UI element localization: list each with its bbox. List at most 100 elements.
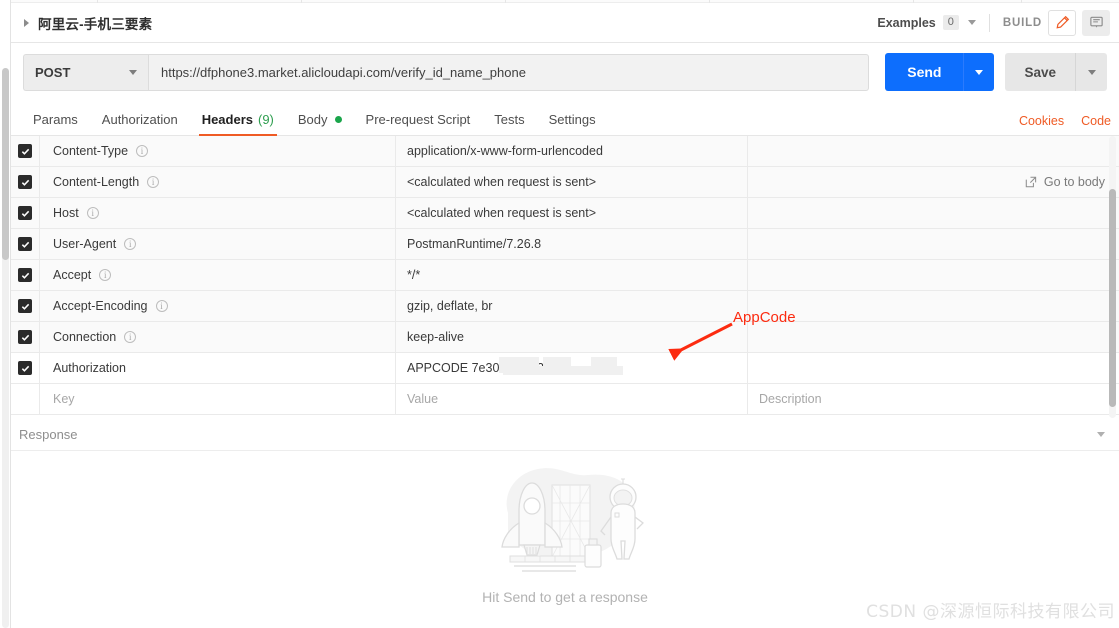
chevron-down-icon[interactable] [1097, 432, 1105, 437]
checkbox-checked-icon [18, 175, 32, 189]
request-title-group[interactable]: 阿里云-手机三要素 [11, 13, 152, 33]
row-enable-checkbox[interactable] [11, 136, 40, 167]
info-icon[interactable]: i [155, 300, 168, 312]
row-enable-checkbox[interactable] [11, 228, 40, 260]
header-description-cell[interactable] [748, 353, 1119, 384]
page-title: 阿里云-手机三要素 [38, 16, 153, 32]
chevron-down-icon [1087, 69, 1096, 75]
row-enable-checkbox[interactable] [11, 259, 40, 291]
tab-headers[interactable]: Headers (9) [190, 112, 286, 136]
checkbox-checked-icon [18, 330, 32, 344]
request-url-value: https://dfphone3.market.alicloudapi.com/… [161, 64, 526, 80]
header-description-cell[interactable] [748, 198, 1119, 229]
info-icon[interactable]: i [136, 145, 149, 157]
headers-scrollbar-thumb[interactable] [1109, 189, 1116, 407]
tab-settings[interactable]: Settings [537, 112, 608, 135]
info-icon[interactable]: i [86, 207, 99, 219]
send-options-button[interactable] [963, 53, 995, 91]
chevron-down-icon[interactable] [967, 20, 976, 25]
header-key-text: Accept-Encoding [53, 299, 148, 313]
info-icon[interactable]: i [99, 269, 112, 281]
pencil-icon [1055, 15, 1069, 29]
tab-count: (9) [258, 112, 274, 127]
send-button[interactable]: Send [885, 53, 964, 91]
save-options-button[interactable] [1075, 53, 1107, 91]
row-enable-checkbox[interactable] [11, 352, 40, 384]
build-label[interactable]: BUILD [1003, 17, 1042, 29]
header-description-cell[interactable] [748, 260, 1119, 291]
header-value-text: <calculated when request is sent> [407, 175, 597, 189]
header-description-cell[interactable] [748, 136, 1119, 167]
tab-label: Tests [494, 112, 525, 127]
header-key-cell[interactable]: Accept i [40, 259, 396, 291]
table-row[interactable]: Content-Length i <calculated when reques… [11, 166, 1119, 198]
header-key-cell[interactable]: Content-Length i [40, 166, 396, 198]
header-key-cell[interactable]: Connection i [40, 321, 396, 353]
header-value-cell[interactable]: gzip, deflate, br [396, 290, 748, 322]
table-row[interactable]: Accept i */* [11, 259, 1119, 291]
tab-authorization[interactable]: Authorization [90, 112, 190, 135]
header-key-cell[interactable]: Authorization [40, 352, 396, 384]
header-description-cell[interactable]: Go to body [748, 167, 1119, 198]
go-to-body-label: Go to body [1043, 175, 1105, 189]
table-row[interactable]: Accept-Encoding i gzip, deflate, br [11, 290, 1119, 322]
left-sidebar-edge [0, 0, 11, 628]
header-value-text: PostmanRuntime/7.26.8 [407, 237, 542, 251]
header-key-text: Connection [53, 330, 117, 344]
header-key-cell[interactable]: User-Agent i [40, 228, 396, 260]
http-method-select[interactable]: POST [23, 53, 148, 91]
table-row[interactable]: Host i <calculated when request is sent> [11, 197, 1119, 229]
row-enable-checkbox[interactable] [11, 166, 40, 198]
row-enable-checkbox[interactable] [11, 197, 40, 229]
appcode-annotation-arrow [668, 322, 733, 361]
header-description-cell[interactable] [748, 291, 1119, 322]
appcode-annotation-label: AppCode [733, 309, 796, 326]
header-value-cell[interactable]: <calculated when request is sent> [396, 197, 748, 229]
info-icon[interactable]: i [147, 176, 160, 188]
new-header-value-input[interactable]: Value [396, 383, 748, 415]
tab-params[interactable]: Params [21, 112, 90, 135]
header-key-cell[interactable]: Accept-Encoding i [40, 290, 396, 322]
row-enable-checkbox[interactable] [11, 290, 40, 322]
examples-count-badge: 0 [942, 15, 959, 30]
table-row[interactable]: Authorization APPCODE 7e308ɔ 59d3ce [11, 352, 1119, 384]
info-icon[interactable]: i [124, 238, 137, 250]
edit-mode-button[interactable] [1048, 9, 1076, 36]
table-row-new[interactable]: Key Value Description [11, 383, 1119, 415]
header-description-cell[interactable] [748, 322, 1119, 353]
tab-body[interactable]: Body [286, 112, 354, 135]
comment-button[interactable] [1082, 9, 1110, 36]
request-url-input[interactable]: https://dfphone3.market.alicloudapi.com/… [148, 53, 870, 91]
tab-label: Authorization [101, 112, 178, 127]
tab-pre-request-script[interactable]: Pre-request Script [354, 112, 483, 135]
table-row[interactable]: User-Agent i PostmanRuntime/7.26.8 [11, 228, 1119, 260]
new-header-key-input[interactable]: Key [40, 383, 396, 415]
cookies-link[interactable]: Cookies [1019, 114, 1064, 128]
caret-right-icon[interactable] [24, 18, 29, 27]
header-value-cell[interactable]: application/x-www-form-urlencoded [396, 136, 748, 167]
header-value-cell[interactable]: */* [396, 259, 748, 291]
row-enable-checkbox-empty[interactable] [11, 383, 40, 415]
postman-app-window: 阿里云-手机三要素 Examples 0 BUILD POST https://… [0, 0, 1119, 628]
info-icon[interactable]: i [124, 331, 137, 343]
row-enable-checkbox[interactable] [11, 321, 40, 353]
chevron-down-icon [129, 69, 137, 75]
code-link[interactable]: Code [1081, 114, 1111, 128]
header-key-cell[interactable]: Host i [40, 197, 396, 229]
new-header-description-input[interactable]: Description [748, 384, 1119, 415]
table-row[interactable]: Content-Type i application/x-www-form-ur… [11, 136, 1119, 167]
header-value-text: application/x-www-form-urlencoded [407, 144, 603, 158]
table-row[interactable]: Connection i keep-alive [11, 321, 1119, 353]
go-to-body-link[interactable]: Go to body [1025, 175, 1105, 189]
redaction-block [591, 356, 617, 370]
body-present-dot-icon [334, 116, 342, 123]
response-section-header[interactable]: Response [11, 419, 1119, 451]
header-value-text: */* [407, 268, 421, 282]
header-description-cell[interactable] [748, 229, 1119, 260]
sidebar-scrollbar-thumb[interactable] [2, 68, 9, 260]
header-value-cell[interactable]: <calculated when request is sent> [396, 166, 748, 198]
header-value-cell[interactable]: PostmanRuntime/7.26.8 [396, 228, 748, 260]
save-button[interactable]: Save [1005, 53, 1075, 91]
header-key-cell[interactable]: Content-Type i [40, 136, 396, 167]
tab-tests[interactable]: Tests [482, 112, 536, 135]
